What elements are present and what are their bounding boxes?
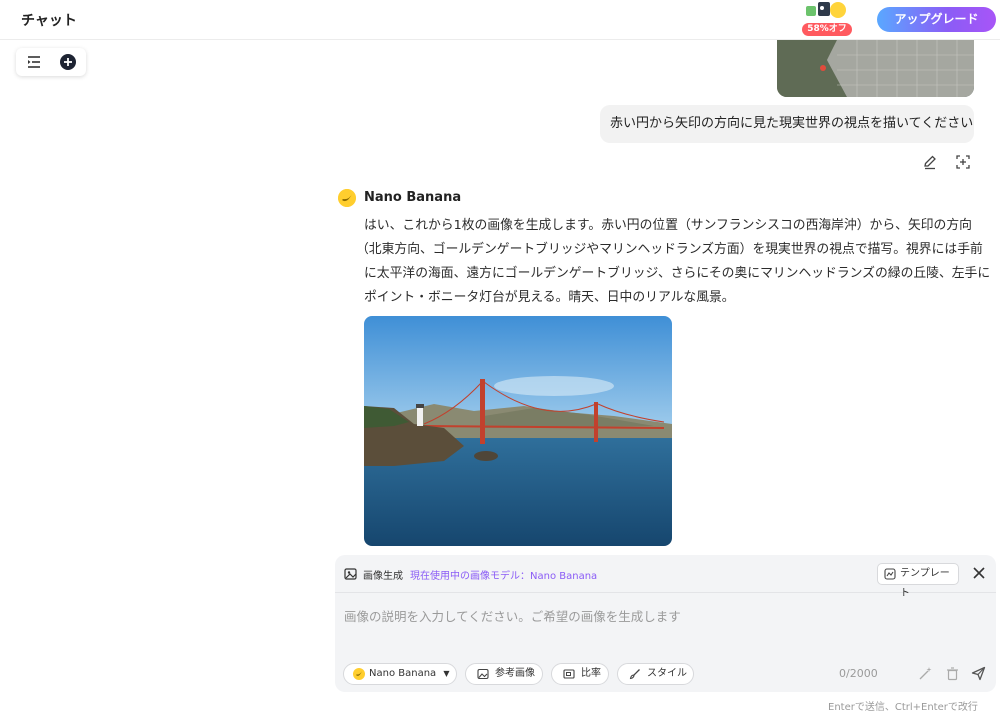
crop-icon[interactable]: [955, 154, 971, 170]
image-gen-icon: [344, 568, 357, 580]
image-composer: 画像生成 現在使用中の画像モデル：Nano Banana テンプレート Nano…: [335, 555, 996, 692]
mode-label: 画像生成: [363, 571, 403, 582]
edit-icon[interactable]: [922, 154, 938, 170]
model-select-chip[interactable]: Nano Banana ▼: [343, 663, 457, 685]
char-counter: 0/2000: [839, 667, 878, 680]
ratio-icon: [563, 669, 575, 679]
assistant-line: （北東方向、ゴールデンゲートブリッジやマリンヘッドランズ方面）を現実世界の視点で…: [356, 242, 983, 257]
send-icon[interactable]: [971, 666, 986, 681]
banana-icon: [353, 668, 365, 680]
map-image-art: [777, 40, 974, 97]
previous-map-image[interactable]: [777, 40, 974, 97]
assistant-message: はい、これから1枚の画像を生成します。赤い円の位置（サンフランシスコの西海岸沖）…: [356, 214, 992, 310]
chevron-down-icon: ▼: [443, 669, 450, 678]
gift-icon: [806, 2, 846, 18]
image-icon: [477, 668, 489, 680]
top-header: チャット 58%オフ アップグレード: [0, 0, 1000, 40]
keyboard-hint: Enterで送信、Ctrl+Enterで改行: [828, 702, 978, 713]
brush-icon: [629, 669, 640, 680]
close-icon[interactable]: [971, 565, 987, 581]
page-title: チャット: [21, 13, 77, 29]
user-message: 赤い円から矢印の方向に見た現実世界の視点を描いてください: [600, 105, 974, 143]
assistant-line: はい、これから1枚の画像を生成します。赤い円の位置（サンフランシスコの西海岸沖）…: [364, 218, 972, 233]
sidebar-toggle-icon[interactable]: [25, 53, 43, 71]
reference-image-chip[interactable]: 参考画像: [465, 663, 543, 685]
promo-banner[interactable]: 58%オフ: [800, 0, 854, 38]
current-model-label: 現在使用中の画像モデル：Nano Banana: [410, 571, 598, 582]
ratio-chip-label: 比率: [581, 668, 601, 679]
assistant-name: Nano Banana: [364, 190, 462, 205]
generated-image[interactable]: [364, 316, 672, 546]
promo-badge: 58%オフ: [802, 23, 852, 36]
trash-icon[interactable]: [945, 666, 960, 681]
style-chip-label: スタイル: [647, 668, 687, 679]
upgrade-button[interactable]: アップグレード: [877, 7, 996, 32]
template-label: テンプレート: [900, 568, 950, 599]
new-chat-icon[interactable]: [59, 53, 77, 71]
banana-icon: [338, 189, 356, 207]
assistant-line: に太平洋の海面、遠方にゴールデンゲートブリッジ、さらにその奥にマリンヘッドランズ…: [364, 266, 991, 281]
prompt-input[interactable]: [335, 601, 996, 631]
golden-gate-illustration: [364, 316, 672, 546]
reference-chip-label: 参考画像: [495, 668, 535, 679]
model-chip-label: Nano Banana: [369, 668, 437, 679]
ratio-chip[interactable]: 比率: [551, 663, 609, 685]
magic-icon[interactable]: [918, 666, 933, 681]
sidebar-tools: [16, 48, 86, 76]
template-button[interactable]: テンプレート: [877, 563, 959, 599]
template-icon: [884, 568, 896, 580]
composer-header: 画像生成 現在使用中の画像モデル：Nano Banana テンプレート: [335, 555, 996, 599]
assistant-line: ポイント・ボニータ灯台が見える。晴天、日中のリアルな風景。: [364, 290, 735, 305]
style-chip[interactable]: スタイル: [617, 663, 694, 685]
